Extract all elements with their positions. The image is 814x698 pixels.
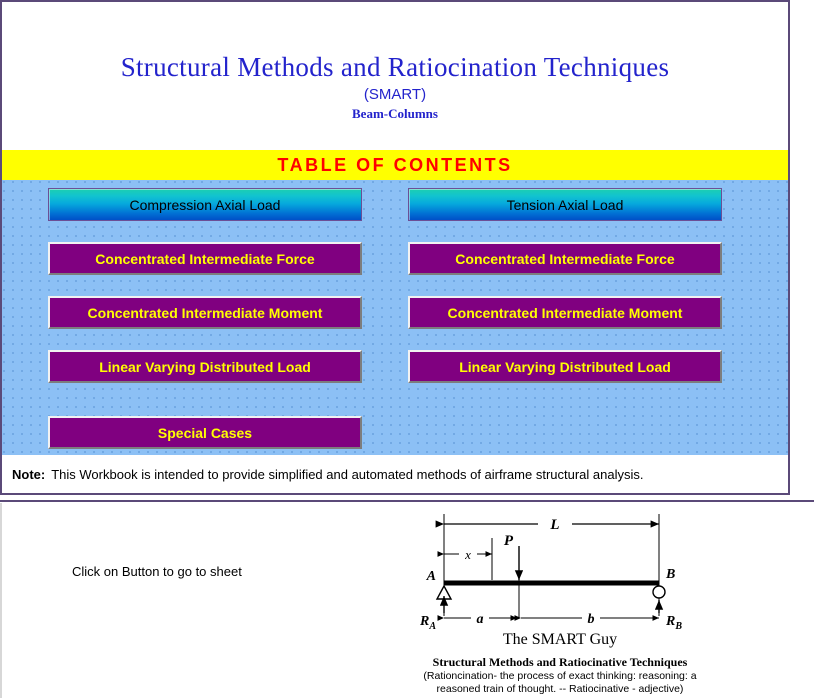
note-text: This Workbook is intended to provide sim… (51, 466, 644, 482)
page-title: Structural Methods and Ratiocination Tec… (120, 52, 670, 82)
button-label: Special Cases (157, 424, 253, 441)
column-spacer (48, 404, 368, 416)
toc-column-tension: Tension Axial Load Concentrated Intermed… (408, 188, 728, 404)
caption-smart-guy: The SMART Guy (502, 631, 618, 648)
caption-definition-line1: (Rationcination- the process of exact th… (423, 670, 697, 682)
button-label: Linear Varying Distributed Load (99, 358, 311, 375)
label-node-A: A (426, 569, 436, 584)
label-P: P (504, 533, 514, 549)
button-label: Linear Varying Distributed Load (459, 358, 671, 375)
label-b: b (588, 612, 595, 627)
note-label: Note: (12, 466, 46, 482)
label-reaction-A: RA (419, 614, 436, 632)
click-hint-text: Click on Button to go to sheet (72, 564, 242, 579)
button-label: Compression Axial Load (129, 196, 281, 213)
button-tension-axial-load[interactable]: Tension Axial Load (408, 188, 722, 221)
button-compression-concentrated-intermediate-moment[interactable]: Concentrated Intermediate Moment (48, 296, 362, 329)
roller-support-icon (652, 585, 666, 599)
caption-definition: (Rationcination- the process of exact th… (390, 670, 730, 696)
button-tension-concentrated-intermediate-force[interactable]: Concentrated Intermediate Force (408, 242, 722, 275)
toc-column-compression: Compression Axial Load Concentrated Inte… (48, 188, 368, 470)
section-divider (0, 500, 814, 502)
button-tension-linear-varying-distributed-load[interactable]: Linear Varying Distributed Load (408, 350, 722, 383)
toc-banner: TABLE OF CONTENTS (2, 150, 788, 180)
beam-diagram-svg: L x P A B RA RB a b (419, 514, 682, 632)
note-box: Note: This Workbook is intended to provi… (2, 455, 788, 493)
label-a: a (477, 612, 484, 627)
title-block: Structural Methods and Ratiocination Tec… (2, 2, 788, 150)
bottom-left-edge (0, 503, 2, 698)
bottom-section: Click on Button to go to sheet L x P A B… (0, 503, 814, 698)
button-tension-concentrated-intermediate-moment[interactable]: Concentrated Intermediate Moment (408, 296, 722, 329)
toc-panel: Compression Axial Load Concentrated Inte… (2, 180, 788, 455)
label-node-B: B (665, 567, 675, 582)
label-x: x (464, 547, 471, 562)
button-label: Concentrated Intermediate Force (95, 250, 315, 267)
button-label: Concentrated Intermediate Moment (87, 304, 323, 321)
button-label: Tension Axial Load (506, 196, 624, 213)
workbook-page: Structural Methods and Ratiocination Tec… (0, 0, 814, 698)
toc-banner-label: TABLE OF CONTENTS (277, 154, 513, 175)
button-compression-linear-varying-distributed-load[interactable]: Linear Varying Distributed Load (48, 350, 362, 383)
button-compression-special-cases[interactable]: Special Cases (48, 416, 362, 449)
caption-subtitle: Structural Methods and Ratiocinative Tec… (432, 655, 688, 669)
caption-definition-line2: reasoned train of thought. -- Ratiocinat… (436, 683, 684, 695)
page-acronym: (SMART) (363, 86, 427, 103)
button-label: Concentrated Intermediate Moment (447, 304, 683, 321)
page-subject: Beam-Columns (352, 106, 438, 121)
button-compression-concentrated-intermediate-force[interactable]: Concentrated Intermediate Force (48, 242, 362, 275)
button-compression-axial-load[interactable]: Compression Axial Load (48, 188, 362, 221)
label-L: L (549, 517, 559, 533)
button-label: Concentrated Intermediate Force (455, 250, 675, 267)
label-reaction-B: RB (665, 614, 682, 632)
beam-diagram: L x P A B RA RB a b (400, 508, 700, 638)
